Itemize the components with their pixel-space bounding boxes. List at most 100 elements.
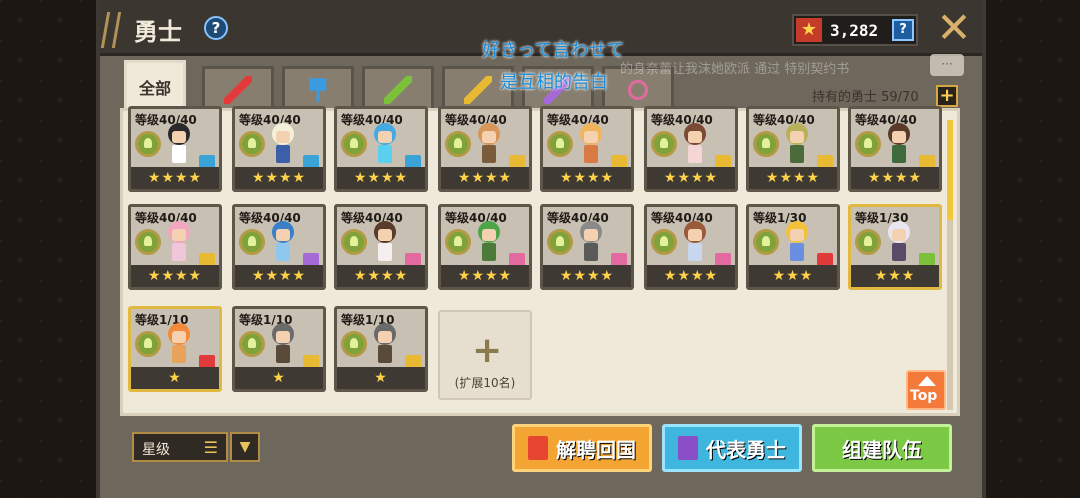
tree-emblem-icon — [753, 131, 779, 157]
list-icon: ☰ — [203, 438, 218, 457]
close-icon[interactable]: ✕ — [934, 7, 974, 49]
faded-danmaku-text: 的身奈蕾让我沫她欧派 通过 特别契约书 — [620, 62, 850, 77]
hero-card[interactable]: 等级40/40 ★★★★ — [334, 106, 428, 192]
expand-label: (扩展10名) — [454, 376, 516, 390]
dismiss-label: 解聘回国 — [556, 437, 636, 462]
hero-card[interactable]: 等级40/40 ★★★★ — [128, 106, 222, 192]
hero-portrait — [575, 123, 605, 167]
hero-portrait — [781, 221, 811, 265]
form-team-label: 组建队伍 — [842, 437, 922, 462]
star-rating: ★★★★ — [235, 265, 323, 287]
dismiss-button[interactable]: 解聘回国 — [512, 424, 652, 472]
star-rating: ★★★★ — [543, 167, 631, 189]
hero-card[interactable]: 等级1/10 ★ — [128, 306, 222, 392]
hero-card[interactable]: 等级40/40 ★★★★ — [128, 204, 222, 290]
arrow-up-icon — [918, 376, 936, 386]
hero-card[interactable]: 等级40/40 ★★★★ — [334, 204, 428, 290]
sort-select[interactable]: 星级 ☰ — [132, 432, 228, 462]
scroll-top-button[interactable]: Top — [906, 370, 946, 410]
hero-card[interactable]: 等级1/10 ★ — [232, 306, 326, 392]
star-rating: ★ — [235, 367, 323, 389]
hero-card[interactable]: 等级40/40 ★★★★ — [438, 204, 532, 290]
tree-emblem-icon — [341, 229, 367, 255]
hero-card[interactable]: 等级40/40 ★★★★ — [644, 106, 738, 192]
star-rating: ★ — [131, 367, 219, 389]
star-rating: ★★★★ — [131, 265, 219, 287]
hero-card[interactable]: 等级40/40 ★★★★ — [438, 106, 532, 192]
chevron-down-icon[interactable]: ▼ — [230, 432, 260, 462]
star-rating: ★★★ — [749, 265, 837, 287]
hero-portrait — [883, 221, 913, 265]
hero-portrait — [679, 221, 709, 265]
tab-axe[interactable] — [282, 66, 354, 110]
hero-portrait — [267, 323, 297, 367]
scrollbar-thumb[interactable] — [947, 120, 953, 220]
star-rating: ★★★★ — [337, 167, 425, 189]
star-rating: ★★★★ — [647, 265, 735, 287]
tab-bow[interactable] — [362, 66, 434, 110]
overlay-caption-2: 是互相的告白 — [500, 72, 608, 93]
hero-portrait — [575, 221, 605, 265]
hero-card[interactable]: 等级1/10 ★ — [334, 306, 428, 392]
tree-emblem-icon — [445, 229, 471, 255]
expand-slots-card[interactable]: + (扩展10名) — [438, 310, 532, 400]
hero-card[interactable]: 等级40/40 ★★★★ — [232, 106, 326, 192]
currency-help-icon[interactable]: ? — [892, 19, 914, 41]
hero-card[interactable]: 等级40/40 ★★★★ — [540, 204, 634, 290]
star-rating: ★ — [337, 367, 425, 389]
flask-icon — [628, 79, 648, 100]
axe-icon — [309, 78, 327, 103]
star-rating: ★★★★ — [441, 265, 529, 287]
sort-label: 星级 — [142, 442, 170, 458]
star-rating: ★★★★ — [235, 167, 323, 189]
tree-emblem-icon — [135, 331, 161, 357]
hero-portrait — [163, 221, 193, 265]
hero-card[interactable]: 等级1/30 ★★★ — [746, 204, 840, 290]
tree-emblem-icon — [547, 131, 573, 157]
hero-card[interactable]: 等级40/40 ★★★★ — [848, 106, 942, 192]
star-rating: ★★★★ — [851, 167, 939, 189]
tree-emblem-icon — [341, 331, 367, 357]
help-icon[interactable]: ? — [204, 16, 228, 40]
tab-label: 全部 — [138, 78, 171, 98]
chat-bubble-icon[interactable]: ··· — [930, 54, 964, 76]
medal-icon: ★ — [796, 18, 822, 42]
star-rating: ★★★★ — [337, 265, 425, 287]
trophy-icon — [528, 436, 548, 460]
hero-card[interactable]: 等级40/40 ★★★★ — [644, 204, 738, 290]
hero-portrait — [369, 123, 399, 167]
star-rating: ★★★★ — [543, 265, 631, 287]
add-slot-icon[interactable]: + — [936, 85, 958, 107]
tree-emblem-icon — [651, 229, 677, 255]
tree-emblem-icon — [135, 131, 161, 157]
currency-amount: 3,282 — [830, 21, 879, 40]
star-rating: ★★★★ — [441, 167, 529, 189]
tree-emblem-icon — [239, 229, 265, 255]
tree-emblem-icon — [651, 131, 677, 157]
title-decoration — [100, 12, 122, 48]
sword-icon — [224, 75, 252, 104]
tree-emblem-icon — [239, 331, 265, 357]
tab-all[interactable]: 全部 — [124, 60, 186, 110]
hero-card[interactable]: 等级1/30 ★★★ — [848, 204, 942, 290]
overlay-caption-1: 好きって言わせて — [482, 40, 625, 61]
tree-emblem-icon — [547, 229, 573, 255]
star-rating: ★★★★ — [647, 167, 735, 189]
representative-button[interactable]: 代表勇士 — [662, 424, 802, 472]
hero-portrait — [163, 123, 193, 167]
hero-card[interactable]: 等级40/40 ★★★★ — [540, 106, 634, 192]
tab-sword[interactable] — [202, 66, 274, 110]
star-rating: ★★★★ — [749, 167, 837, 189]
tree-emblem-icon — [855, 229, 881, 255]
hero-portrait — [781, 123, 811, 167]
owned-count: 持有的勇士 59/70 — [812, 90, 919, 105]
representative-label: 代表勇士 — [706, 437, 786, 462]
star-rating: ★★★ — [851, 265, 939, 287]
hero-card[interactable]: 等级40/40 ★★★★ — [232, 204, 326, 290]
tree-emblem-icon — [135, 229, 161, 255]
hero-card[interactable]: 等级40/40 ★★★★ — [746, 106, 840, 192]
form-team-button[interactable]: 组建队伍 — [812, 424, 952, 472]
bow-icon — [384, 75, 412, 104]
plus-icon: + — [472, 330, 503, 371]
star-rating: ★★★★ — [131, 167, 219, 189]
